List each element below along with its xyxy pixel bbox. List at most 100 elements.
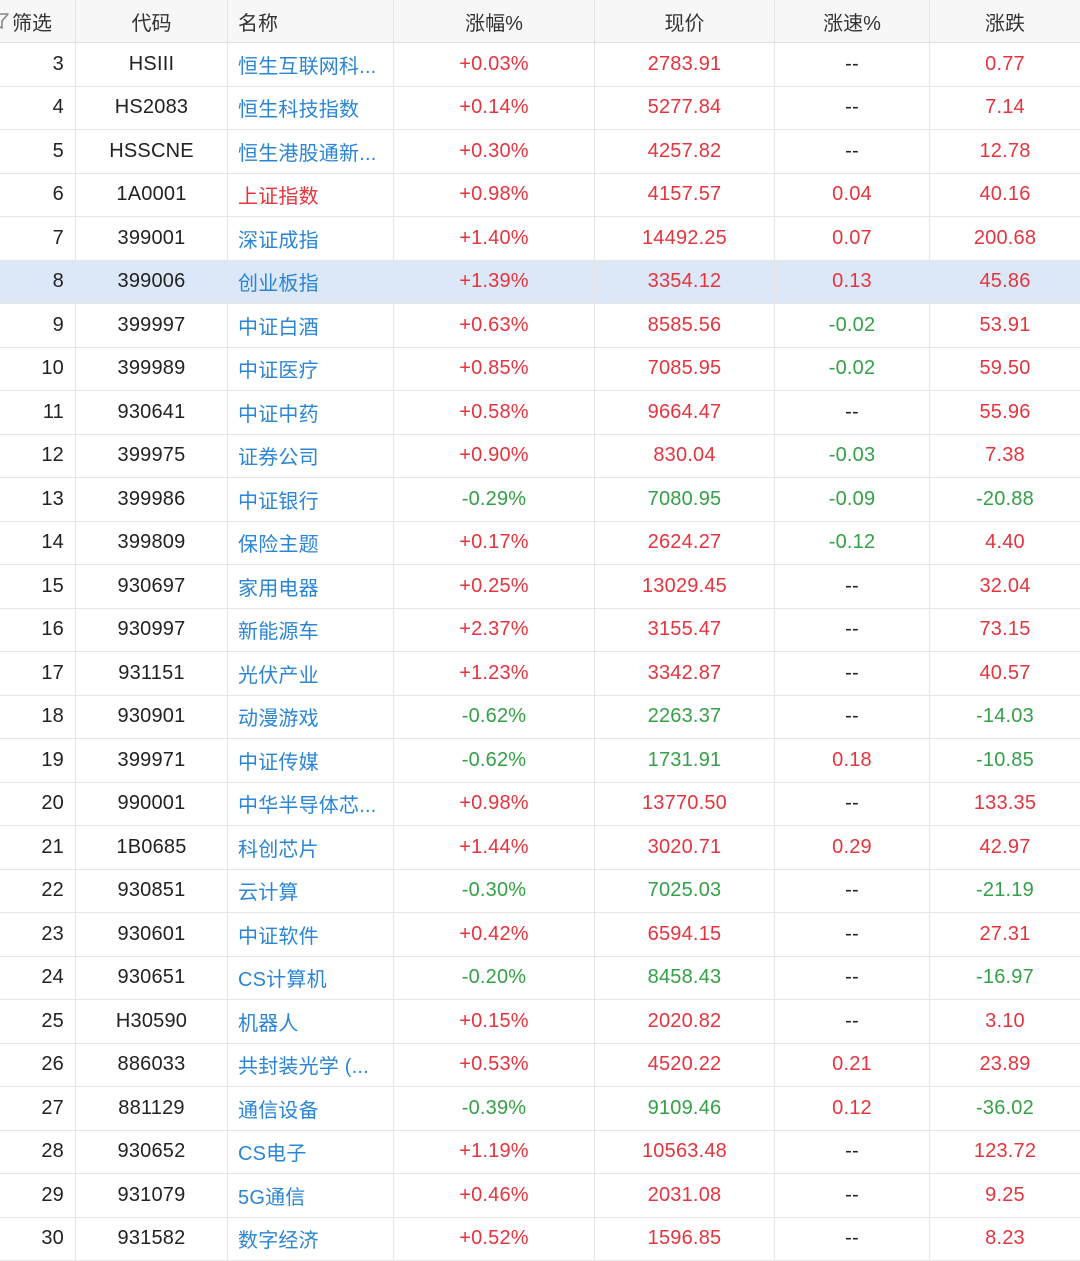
- change-cell: 7.38: [985, 444, 1025, 467]
- name-link[interactable]: 中证传媒: [228, 739, 394, 782]
- filter-column-header[interactable]: 筛选: [0, 0, 76, 42]
- column-header-code[interactable]: 代码: [76, 0, 228, 42]
- row-number: 19: [0, 739, 76, 782]
- table-row[interactable]: 16 930997 新能源车 +2.37% 3155.47 -- 73.15: [0, 608, 1080, 652]
- change-percent-cell: +0.42%: [394, 913, 595, 956]
- name-link[interactable]: CS计算机: [228, 956, 394, 999]
- code-cell: 930697: [76, 565, 228, 608]
- column-header-name[interactable]: 名称: [228, 0, 394, 42]
- code-cell: 399809: [76, 521, 228, 564]
- name-link[interactable]: 云计算: [228, 869, 394, 912]
- filter-icon[interactable]: [0, 12, 9, 30]
- column-header-price[interactable]: 现价: [595, 0, 775, 42]
- table-row[interactable]: 3 HSIII 恒生互联网科... +0.03% 2783.91 -- 0.77: [0, 43, 1080, 87]
- filter-label[interactable]: 筛选: [12, 7, 52, 36]
- name-link[interactable]: 通信设备: [228, 1087, 394, 1130]
- name-link[interactable]: 家用电器: [228, 565, 394, 608]
- name-link[interactable]: 上证指数: [228, 173, 394, 216]
- change-cell: 200.68: [973, 226, 1037, 249]
- table-row[interactable]: 21 1B0685 科创芯片 +1.44% 3020.71 0.29 42.97: [0, 826, 1080, 870]
- column-header-change-percent[interactable]: 涨幅%: [394, 0, 595, 42]
- row-number: 22: [0, 869, 76, 912]
- name-link[interactable]: 恒生科技指数: [228, 86, 394, 129]
- code-cell: 931151: [76, 652, 228, 695]
- change-cell: 32.04: [979, 574, 1031, 597]
- row-number: 23: [0, 913, 76, 956]
- name-link[interactable]: 中证中药: [228, 391, 394, 434]
- price-cell: 3020.71: [595, 826, 775, 869]
- speed-cell: --: [775, 956, 930, 999]
- table-body: 3 HSIII 恒生互联网科... +0.03% 2783.91 -- 0.77 4 HS208…: [0, 43, 1080, 1261]
- price-cell: 9664.47: [595, 391, 775, 434]
- table-row[interactable]: 12 399975 证券公司 +0.90% 830.04 -0.03 7.38: [0, 434, 1080, 478]
- table-row[interactable]: 5 HSSCNE 恒生港股通新... +0.30% 4257.82 -- 12.78: [0, 130, 1080, 174]
- table-row[interactable]: 6 1A0001 上证指数 +0.98% 4157.57 0.04 40.16: [0, 173, 1080, 217]
- name-link[interactable]: 机器人: [228, 1000, 394, 1043]
- table-row[interactable]: 14 399809 保险主题 +0.17% 2624.27 -0.12 4.40: [0, 521, 1080, 565]
- name-link[interactable]: CS电子: [228, 1130, 394, 1173]
- change-percent-cell: +1.23%: [394, 652, 595, 695]
- speed-cell: 0.13: [775, 260, 930, 303]
- name-link[interactable]: 恒生港股通新...: [228, 130, 394, 173]
- row-number: 21: [0, 826, 76, 869]
- name-link[interactable]: 恒生互联网科...: [228, 43, 394, 86]
- name-link[interactable]: 中华半导体芯...: [228, 782, 394, 825]
- table-row[interactable]: 13 399986 中证银行 -0.29% 7080.95 -0.09 -20.88: [0, 478, 1080, 522]
- name-link[interactable]: 创业板指: [228, 260, 394, 303]
- change-cell: 73.15: [979, 618, 1031, 641]
- table-row[interactable]: 22 930851 云计算 -0.30% 7025.03 -- -21.19: [0, 869, 1080, 913]
- name-link[interactable]: 中证医疗: [228, 347, 394, 390]
- code-cell: 1A0001: [76, 173, 228, 216]
- table-row[interactable]: 11 930641 中证中药 +0.58% 9664.47 -- 55.96: [0, 391, 1080, 435]
- change-percent-cell: +0.53%: [394, 1043, 595, 1086]
- table-row[interactable]: 19 399971 中证传媒 -0.62% 1731.91 0.18 -10.85: [0, 739, 1080, 783]
- name-link[interactable]: 数字经济: [228, 1217, 394, 1260]
- code-cell: 1B0685: [76, 826, 228, 869]
- speed-cell: --: [775, 1174, 930, 1217]
- change-cell: -21.19: [976, 879, 1034, 902]
- name-link[interactable]: 动漫游戏: [228, 695, 394, 738]
- change-percent-cell: +0.90%: [394, 434, 595, 477]
- name-link[interactable]: 证券公司: [228, 434, 394, 477]
- name-link[interactable]: 共封装光学 (...: [228, 1043, 394, 1086]
- table-row[interactable]: 4 HS2083 恒生科技指数 +0.14% 5277.84 -- 7.14: [0, 86, 1080, 130]
- code-cell: 399001: [76, 217, 228, 260]
- name-link[interactable]: 光伏产业: [228, 652, 394, 695]
- table-row[interactable]: 23 930601 中证软件 +0.42% 6594.15 -- 27.31: [0, 913, 1080, 957]
- speed-cell: --: [775, 1217, 930, 1260]
- table-row[interactable]: 28 930652 CS电子 +1.19% 10563.48 -- 123.72: [0, 1130, 1080, 1174]
- change-cell: 40.16: [979, 183, 1031, 206]
- name-link[interactable]: 科创芯片: [228, 826, 394, 869]
- table-row[interactable]: 17 931151 光伏产业 +1.23% 3342.87 -- 40.57: [0, 652, 1080, 696]
- name-link[interactable]: 中证软件: [228, 913, 394, 956]
- change-percent-cell: +0.52%: [394, 1217, 595, 1260]
- column-header-speed[interactable]: 涨速%: [775, 0, 930, 42]
- table-row[interactable]: 20 990001 中华半导体芯... +0.98% 13770.50 -- 133.35: [0, 782, 1080, 826]
- table-row[interactable]: 9 399997 中证白酒 +0.63% 8585.56 -0.02 53.91: [0, 304, 1080, 348]
- table-row[interactable]: 29 931079 5G通信 +0.46% 2031.08 -- 9.25: [0, 1174, 1080, 1218]
- change-cell: 40.57: [979, 661, 1031, 684]
- name-link[interactable]: 深证成指: [228, 217, 394, 260]
- name-link[interactable]: 中证白酒: [228, 304, 394, 347]
- name-link[interactable]: 5G通信: [228, 1174, 394, 1217]
- row-number: 17: [0, 652, 76, 695]
- table-row[interactable]: 30 931582 数字经济 +0.52% 1596.85 -- 8.23: [0, 1217, 1080, 1261]
- change-percent-cell: -0.62%: [394, 695, 595, 738]
- table-row[interactable]: 26 886033 共封装光学 (... +0.53% 4520.22 0.21 23.89: [0, 1043, 1080, 1087]
- table-row[interactable]: 25 H30590 机器人 +0.15% 2020.82 -- 3.10: [0, 1000, 1080, 1044]
- table-row[interactable]: 27 881129 通信设备 -0.39% 9109.46 0.12 -36.02: [0, 1087, 1080, 1131]
- speed-cell: -0.02: [775, 304, 930, 347]
- price-cell: 2031.08: [595, 1174, 775, 1217]
- table-row[interactable]: 15 930697 家用电器 +0.25% 13029.45 -- 32.04: [0, 565, 1080, 609]
- name-link[interactable]: 新能源车: [228, 608, 394, 651]
- name-link[interactable]: 中证银行: [228, 478, 394, 521]
- table-row[interactable]: 10 399989 中证医疗 +0.85% 7085.95 -0.02 59.50: [0, 347, 1080, 391]
- row-number: 24: [0, 956, 76, 999]
- table-row[interactable]: 8 399006 创业板指 +1.39% 3354.12 0.13 45.86: [0, 260, 1080, 304]
- row-number: 11: [0, 391, 76, 434]
- table-row[interactable]: 18 930901 动漫游戏 -0.62% 2263.37 -- -14.03: [0, 695, 1080, 739]
- column-header-change[interactable]: 涨跌: [930, 0, 1080, 42]
- table-row[interactable]: 7 399001 深证成指 +1.40% 14492.25 0.07 200.68: [0, 217, 1080, 261]
- table-row[interactable]: 24 930651 CS计算机 -0.20% 8458.43 -- -16.97: [0, 956, 1080, 1000]
- name-link[interactable]: 保险主题: [228, 521, 394, 564]
